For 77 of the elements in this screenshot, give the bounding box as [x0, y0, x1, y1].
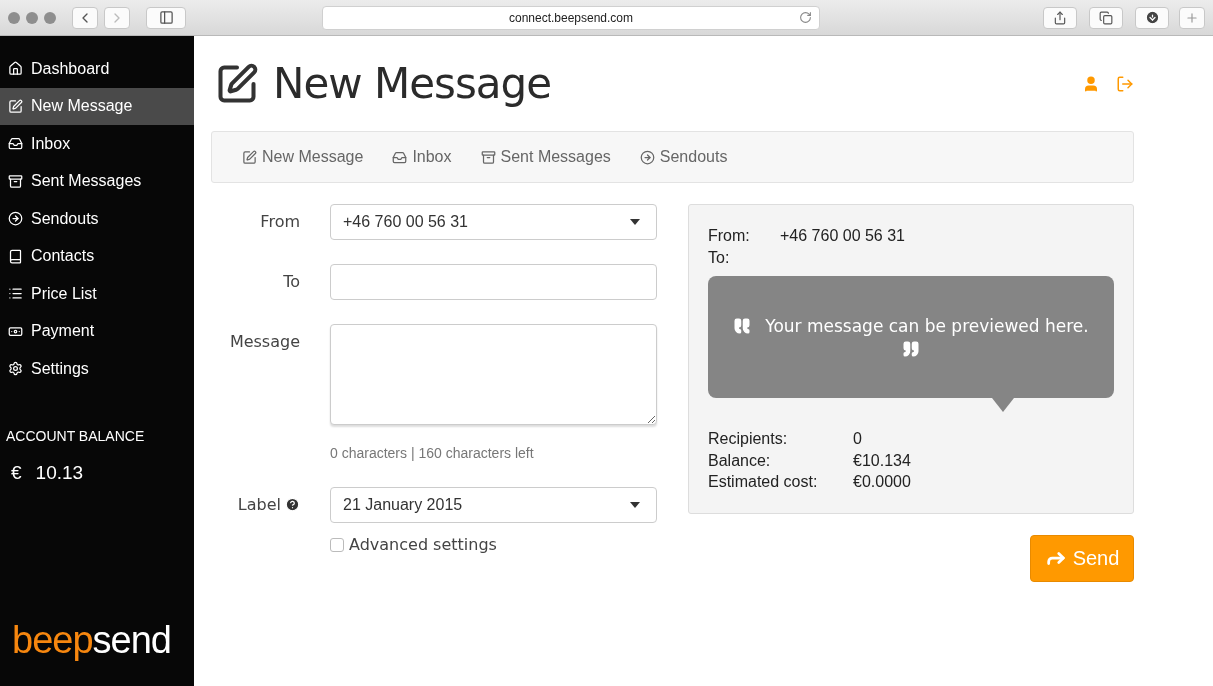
stat-value: €0.0000	[853, 472, 912, 492]
sidebar-item[interactable]: Sendouts	[0, 200, 194, 238]
preview-label: From:	[708, 226, 751, 246]
sidebar-toggle-button[interactable]	[146, 6, 186, 29]
field-label: Label	[237, 487, 300, 514]
sender-dropdown[interactable]: +46 760 00 56 31	[330, 204, 657, 240]
preview-message: Your message can be previewed here.	[765, 316, 1089, 336]
sidebar-item[interactable]: Sent Messages	[0, 162, 194, 200]
tray-icon	[8, 136, 23, 152]
logo-text: beepsend	[12, 619, 171, 662]
field-label: To	[283, 271, 300, 291]
pen-square-icon	[215, 61, 259, 106]
downloads-button[interactable]	[1135, 6, 1169, 29]
logout-icon[interactable]	[1116, 74, 1134, 93]
stat-label: Estimated cost:	[708, 472, 819, 492]
page-title: New Message	[273, 59, 552, 108]
help-icon[interactable]	[285, 497, 300, 512]
subnav-link[interactable]: Sent Messages	[480, 148, 611, 166]
stat-value: 0	[853, 429, 863, 449]
advanced-settings-checkbox[interactable]: Advanced settings	[330, 535, 657, 554]
new-tab-button[interactable]	[1179, 6, 1205, 29]
pen-square-icon	[8, 98, 23, 114]
book-icon	[8, 248, 23, 264]
stat-label: Recipients:	[708, 429, 789, 449]
plus-icon	[1185, 10, 1199, 25]
field-label: From	[260, 211, 300, 231]
reload-icon[interactable]	[799, 11, 812, 24]
user-icon[interactable]	[1082, 74, 1100, 93]
currency-symbol: €	[11, 461, 22, 484]
download-icon	[1144, 10, 1160, 25]
checkbox[interactable]	[330, 537, 344, 552]
sidebar-item[interactable]: Price List	[0, 275, 194, 313]
list-icon	[8, 286, 23, 302]
window-control[interactable]	[26, 11, 38, 24]
archive-icon	[480, 149, 496, 165]
share-icon	[1053, 10, 1067, 25]
sidebar-item[interactable]: Settings	[0, 350, 194, 388]
tabs-button[interactable]	[1089, 6, 1123, 29]
balance-heading: ACCOUNT BALANCE	[6, 427, 146, 444]
bubble-tail	[992, 398, 1014, 412]
preview-value: +46 760 00 56 31	[780, 226, 906, 246]
message-textarea[interactable]	[330, 324, 657, 425]
address-bar[interactable]: connect.beepsend.com	[322, 5, 820, 30]
stat-label: Balance:	[708, 450, 772, 471]
gear-icon	[8, 361, 23, 377]
subnav-link[interactable]: New Message	[242, 148, 364, 166]
arrow-circle-icon	[639, 149, 655, 165]
sidebar-icon	[158, 10, 174, 25]
subnav-link[interactable]: Inbox	[392, 148, 452, 166]
share-button[interactable]	[1043, 6, 1077, 29]
tabs-icon	[1099, 10, 1113, 25]
sidebar-item[interactable]: Inbox	[0, 125, 194, 163]
archive-icon	[8, 173, 23, 189]
sidebar-item[interactable]: New Message	[0, 87, 194, 125]
balance-amount: 10.13	[35, 461, 84, 484]
label-dropdown[interactable]: 21 January 2015	[330, 487, 657, 523]
sidebar-item[interactable]: Contacts	[0, 237, 194, 275]
caret-icon	[630, 219, 640, 225]
forward-button[interactable]	[104, 6, 130, 29]
recipient-input[interactable]	[330, 264, 657, 300]
window-control[interactable]	[44, 11, 56, 24]
stat-value: €10.134	[853, 450, 912, 471]
sidebar-item[interactable]: Payment	[0, 312, 194, 350]
close-quote-icon	[902, 340, 920, 358]
caret-icon	[630, 502, 640, 508]
arrow-circle-icon	[8, 211, 23, 227]
subnav-link[interactable]: Sendouts	[639, 148, 728, 166]
open-quote-icon	[733, 317, 752, 335]
window-control[interactable]	[8, 11, 20, 24]
preview-label: To:	[708, 247, 731, 268]
tray-icon	[392, 149, 408, 165]
sidebar-item[interactable]: Dashboard	[0, 50, 194, 88]
field-label: Message	[229, 331, 300, 351]
back-button[interactable]	[72, 6, 98, 29]
character-count: 0 characters | 160 characters left	[330, 445, 535, 461]
pen-square-icon	[242, 149, 257, 165]
home-icon	[8, 61, 23, 77]
